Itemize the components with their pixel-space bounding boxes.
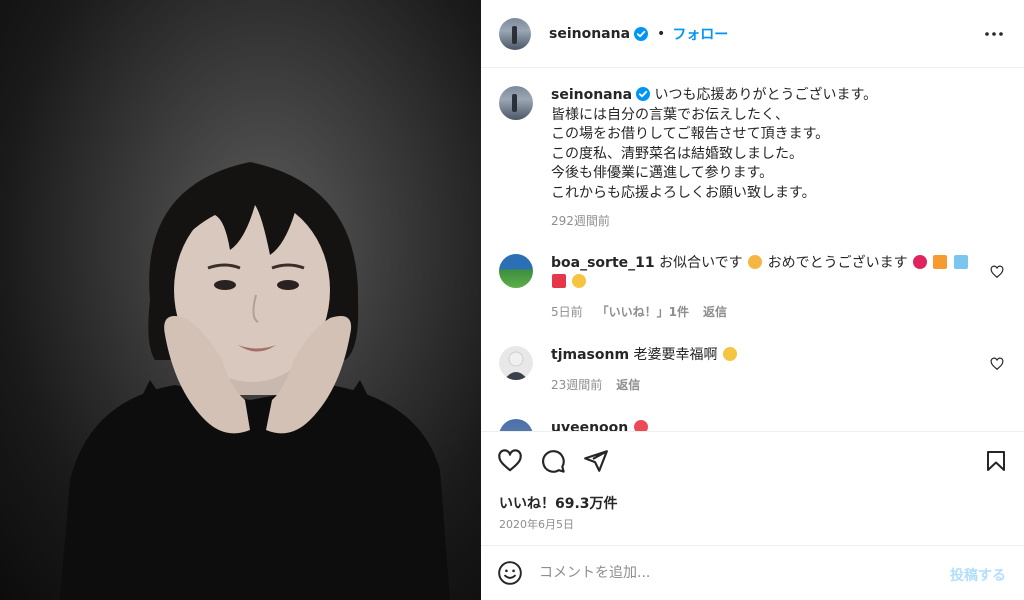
- separator-dot: •: [657, 25, 666, 42]
- caption-avatar[interactable]: [499, 86, 533, 120]
- comment-text: 老婆要幸福啊: [633, 347, 718, 363]
- reply-button[interactable]: 返信: [703, 303, 727, 320]
- verified-badge-icon: [634, 26, 649, 41]
- author-username[interactable]: seinonana: [549, 26, 630, 42]
- confetti-ball-emoji-icon: [953, 255, 968, 269]
- smiley-icon[interactable]: [497, 560, 523, 586]
- heart-icon[interactable]: [497, 448, 523, 474]
- follow-button[interactable]: フォロー: [672, 24, 728, 44]
- comment-text: おめでとうございます: [767, 255, 908, 271]
- post-header: seinonana • フォロー: [481, 0, 1024, 68]
- commenter-avatar[interactable]: [499, 254, 533, 288]
- reply-button[interactable]: 返信: [616, 376, 640, 393]
- avatar-image: [504, 351, 528, 380]
- paper-plane-icon[interactable]: [583, 448, 609, 474]
- post-photo[interactable]: [0, 0, 481, 600]
- post-actions: いいね！69.3万件 2020年6月5日: [481, 431, 1024, 545]
- commenter-username[interactable]: uveenoon: [551, 420, 628, 431]
- post-caption: seinonana いつも応援ありがとうございます。 皆様には自分の言葉でお伝え…: [499, 86, 1021, 229]
- congratulations-emoji-icon: [913, 255, 928, 269]
- commenter-username[interactable]: tjmasonm: [551, 347, 629, 363]
- commenter-avatar[interactable]: [499, 419, 533, 431]
- comment-text: お似合いです: [659, 255, 743, 271]
- heart-icon[interactable]: [990, 357, 1004, 371]
- commenter-username[interactable]: boa_sorte_11: [551, 255, 655, 271]
- caption-line: 今後も俳優業に邁進して参ります。: [551, 165, 774, 181]
- comment-likes-count[interactable]: 「いいね！」1件: [597, 303, 689, 320]
- comment-item: uveenoon: [499, 419, 1004, 431]
- comment-input[interactable]: [539, 565, 919, 581]
- comment-icon[interactable]: [540, 448, 566, 474]
- caption-line: この度私、清野菜名は結婚致しました。: [551, 145, 803, 162]
- party-popper-emoji-icon: [933, 255, 948, 269]
- comment-item: boa_sorte_11 お似合いです おめでとうございます 5日前 「いいね！…: [499, 254, 1004, 320]
- pointing-up-emoji-icon: [572, 274, 587, 288]
- post-date[interactable]: 2020年6月5日: [499, 516, 574, 532]
- heart-icon[interactable]: [990, 265, 1004, 279]
- caption-line: この場をお借りしてご報告させて頂きます。: [551, 126, 830, 142]
- instagram-post: seinonana • フォロー seinonana いつも応援ありがとうござい…: [0, 0, 1024, 600]
- comments-list[interactable]: seinonana いつも応援ありがとうございます。 皆様には自分の言葉でお伝え…: [481, 69, 1024, 431]
- caption-line: これからも応援よろしくお願い致します。: [551, 184, 816, 201]
- caption-username[interactable]: seinonana: [551, 87, 632, 103]
- likes-count[interactable]: いいね！69.3万件: [499, 493, 618, 513]
- raised-hands-emoji-icon: [748, 255, 763, 269]
- heart-emoji-icon: [633, 420, 648, 431]
- verified-badge-icon: [636, 87, 651, 101]
- portrait-illustration: [60, 162, 450, 600]
- caption-timestamp[interactable]: 292週間前: [551, 212, 1021, 229]
- caption-line: いつも応援ありがとうございます。: [654, 87, 878, 103]
- bookmark-icon[interactable]: [984, 448, 1008, 474]
- author-avatar[interactable]: [499, 17, 531, 50]
- comment-composer: 投稿する: [481, 545, 1024, 600]
- comment-timestamp[interactable]: 23週間前: [551, 376, 602, 393]
- comment-timestamp[interactable]: 5日前: [551, 303, 583, 320]
- crying-face-emoji-icon: [722, 347, 737, 361]
- hundred-points-emoji-icon: [552, 274, 566, 288]
- post-panel: seinonana • フォロー seinonana いつも応援ありがとうござい…: [481, 0, 1024, 600]
- comment-item: tjmasonm 老婆要幸福啊 23週間前 返信: [499, 346, 1004, 393]
- more-horizontal-icon[interactable]: [984, 25, 1004, 43]
- caption-line: 皆様には自分の言葉でお伝えしたく、: [551, 106, 789, 123]
- post-comment-button[interactable]: 投稿する: [950, 565, 1006, 585]
- commenter-avatar[interactable]: [499, 346, 533, 380]
